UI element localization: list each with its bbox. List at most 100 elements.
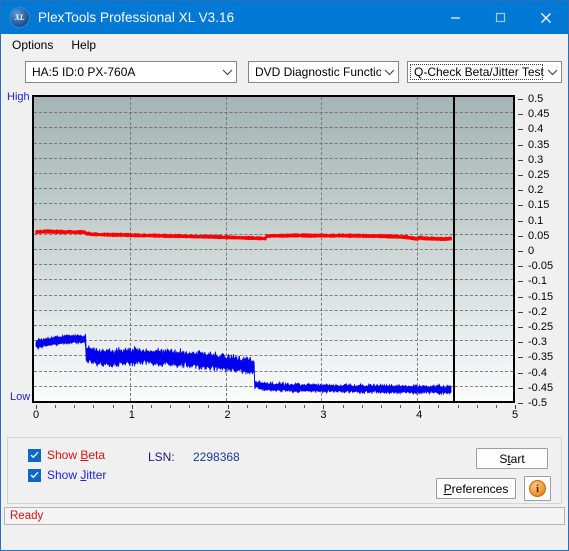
y-tick-mark <box>518 357 523 359</box>
plextools-xl-icon: XL <box>10 8 29 27</box>
chevron-down-icon <box>219 68 236 76</box>
y-axis: 0.5 0.45 0.4 0.35 0.3 0.25 0.2 0.15 0.1 0.05 0 -0.0… <box>518 93 569 409</box>
y-tick-label: 0.05 <box>528 229 550 242</box>
y-tick-mark <box>518 403 523 404</box>
x-tick-label: 0 <box>32 409 40 421</box>
drive-select-value: HA:5 ID:0 PX-760A <box>32 64 136 79</box>
y-tick-mark <box>518 144 523 146</box>
y-tick-mark <box>518 342 523 344</box>
test-select-value: Q-Check Beta/Jitter Test <box>414 64 544 79</box>
y-tick-mark <box>518 311 523 313</box>
x-tick-mark-minor <box>74 405 76 408</box>
x-tick-mark-minor <box>112 405 114 408</box>
x-tick-label: 5 <box>511 409 519 421</box>
chart-panel: High Low 0.5 0.45 0.4 0.35 0.3 0.25 0.2 0.15 0.1… <box>7 89 562 433</box>
y-tick-mark <box>518 190 523 192</box>
y-tick-mark <box>518 159 523 161</box>
y-tick-label: -0.35 <box>528 351 554 364</box>
close-button[interactable] <box>523 1 568 34</box>
x-tick-mark-minor <box>495 405 497 408</box>
y-tick-label: -0.25 <box>528 321 554 333</box>
y-tick-label: 0.2 <box>528 184 544 197</box>
x-axis: 0 1 2 3 4 5 <box>32 405 519 427</box>
function-select-value: DVD Diagnostic Functions <box>255 64 381 79</box>
y-tick-mark <box>518 220 523 222</box>
beta-trace <box>35 229 452 242</box>
series-beta <box>35 229 452 242</box>
application-window: XL PlexTools Professional XL V3.16 Optio… <box>0 0 569 551</box>
control-panel: Show Beta Show Jitter LSN: 2298368 St art… <box>7 437 562 504</box>
y-tick-label: 0.45 <box>528 108 550 121</box>
start-button[interactable]: St art <box>476 448 548 469</box>
series-jitter <box>35 333 452 396</box>
y-tick-label: -0.3 <box>528 336 547 349</box>
y-tick-label: 0.1 <box>528 214 544 227</box>
x-tick-mark-minor <box>55 405 57 408</box>
y-tick-mark <box>518 296 523 298</box>
y-tick-label: -0.4 <box>528 366 547 379</box>
x-tick-mark-minor <box>265 405 267 408</box>
x-tick-mark-minor <box>93 405 95 408</box>
x-tick-label: 3 <box>320 409 327 421</box>
checkbox-checked-icon <box>28 468 41 482</box>
minimize-button[interactable] <box>433 1 478 34</box>
lsn-value: 2298368 <box>193 450 240 464</box>
maximize-button[interactable] <box>478 1 523 34</box>
menu-help[interactable]: Help <box>67 36 105 55</box>
x-tick-mark-minor <box>150 405 152 408</box>
y-tick-mark <box>518 114 523 116</box>
drive-select[interactable]: HA:5 ID:0 PX-760A <box>25 60 237 83</box>
info-button[interactable]: i <box>524 476 551 501</box>
menu-bar: Options Help <box>1 34 568 56</box>
show-beta-checkbox[interactable]: Show Beta <box>28 448 105 462</box>
y-tick-label: -0.05 <box>528 260 554 273</box>
jitter-trace <box>35 333 452 396</box>
axis-low-label: Low <box>10 391 31 403</box>
plot-area <box>32 95 515 403</box>
test-select[interactable]: Q-Check Beta/Jitter Test <box>407 60 562 83</box>
y-tick-mark <box>518 251 523 252</box>
function-select[interactable]: DVD Diagnostic Functions <box>248 60 399 83</box>
y-tick-label: -0.5 <box>528 397 547 409</box>
x-tick-mark-minor <box>285 405 287 408</box>
x-tick-mark-minor <box>189 405 191 408</box>
x-tick-mark-minor <box>208 405 210 408</box>
chevron-down-icon <box>544 68 561 76</box>
preferences-button[interactable]: Preferences <box>436 478 516 499</box>
y-tick-mark <box>518 327 523 328</box>
y-tick-mark <box>518 281 523 283</box>
x-tick-mark-minor <box>170 405 172 408</box>
y-tick-label: -0.1 <box>528 275 547 288</box>
axis-high-label: High <box>7 91 30 103</box>
status-bar: Ready <box>4 507 565 525</box>
y-tick-label: -0.15 <box>528 290 554 303</box>
x-tick-mark-minor <box>342 405 344 408</box>
x-tick-mark-minor <box>380 405 382 408</box>
y-tick-mark <box>518 99 523 100</box>
x-tick-label: 2 <box>224 409 231 421</box>
x-tick-mark-minor <box>457 405 459 408</box>
status-text: Ready <box>10 510 44 522</box>
show-jitter-checkbox[interactable]: Show Jitter <box>28 468 106 482</box>
show-jitter-label: Show Jitter <box>47 468 107 482</box>
chevron-down-icon <box>381 68 398 76</box>
y-tick-mark <box>518 372 523 374</box>
y-tick-mark <box>518 235 523 237</box>
info-icon: i <box>529 480 546 497</box>
x-tick-mark-minor <box>476 405 478 408</box>
x-tick-mark-minor <box>400 405 402 408</box>
y-tick-mark <box>518 129 523 131</box>
x-tick-label: 4 <box>416 409 423 421</box>
x-tick-mark-minor <box>246 405 248 408</box>
y-tick-label: 0.25 <box>528 169 550 181</box>
y-tick-label: 0.4 <box>528 123 544 136</box>
toolbar: HA:5 ID:0 PX-760A DVD Diagnostic Functio… <box>1 56 568 87</box>
y-tick-label: 0.35 <box>528 138 550 151</box>
menu-options[interactable]: Options <box>8 36 62 55</box>
y-tick-mark <box>518 175 523 176</box>
window-title: PlexTools Professional XL V3.16 <box>38 10 235 25</box>
lsn-label: LSN: <box>148 450 175 464</box>
y-tick-mark <box>518 266 523 268</box>
y-tick-mark <box>518 205 523 207</box>
checkbox-checked-icon <box>28 448 41 462</box>
